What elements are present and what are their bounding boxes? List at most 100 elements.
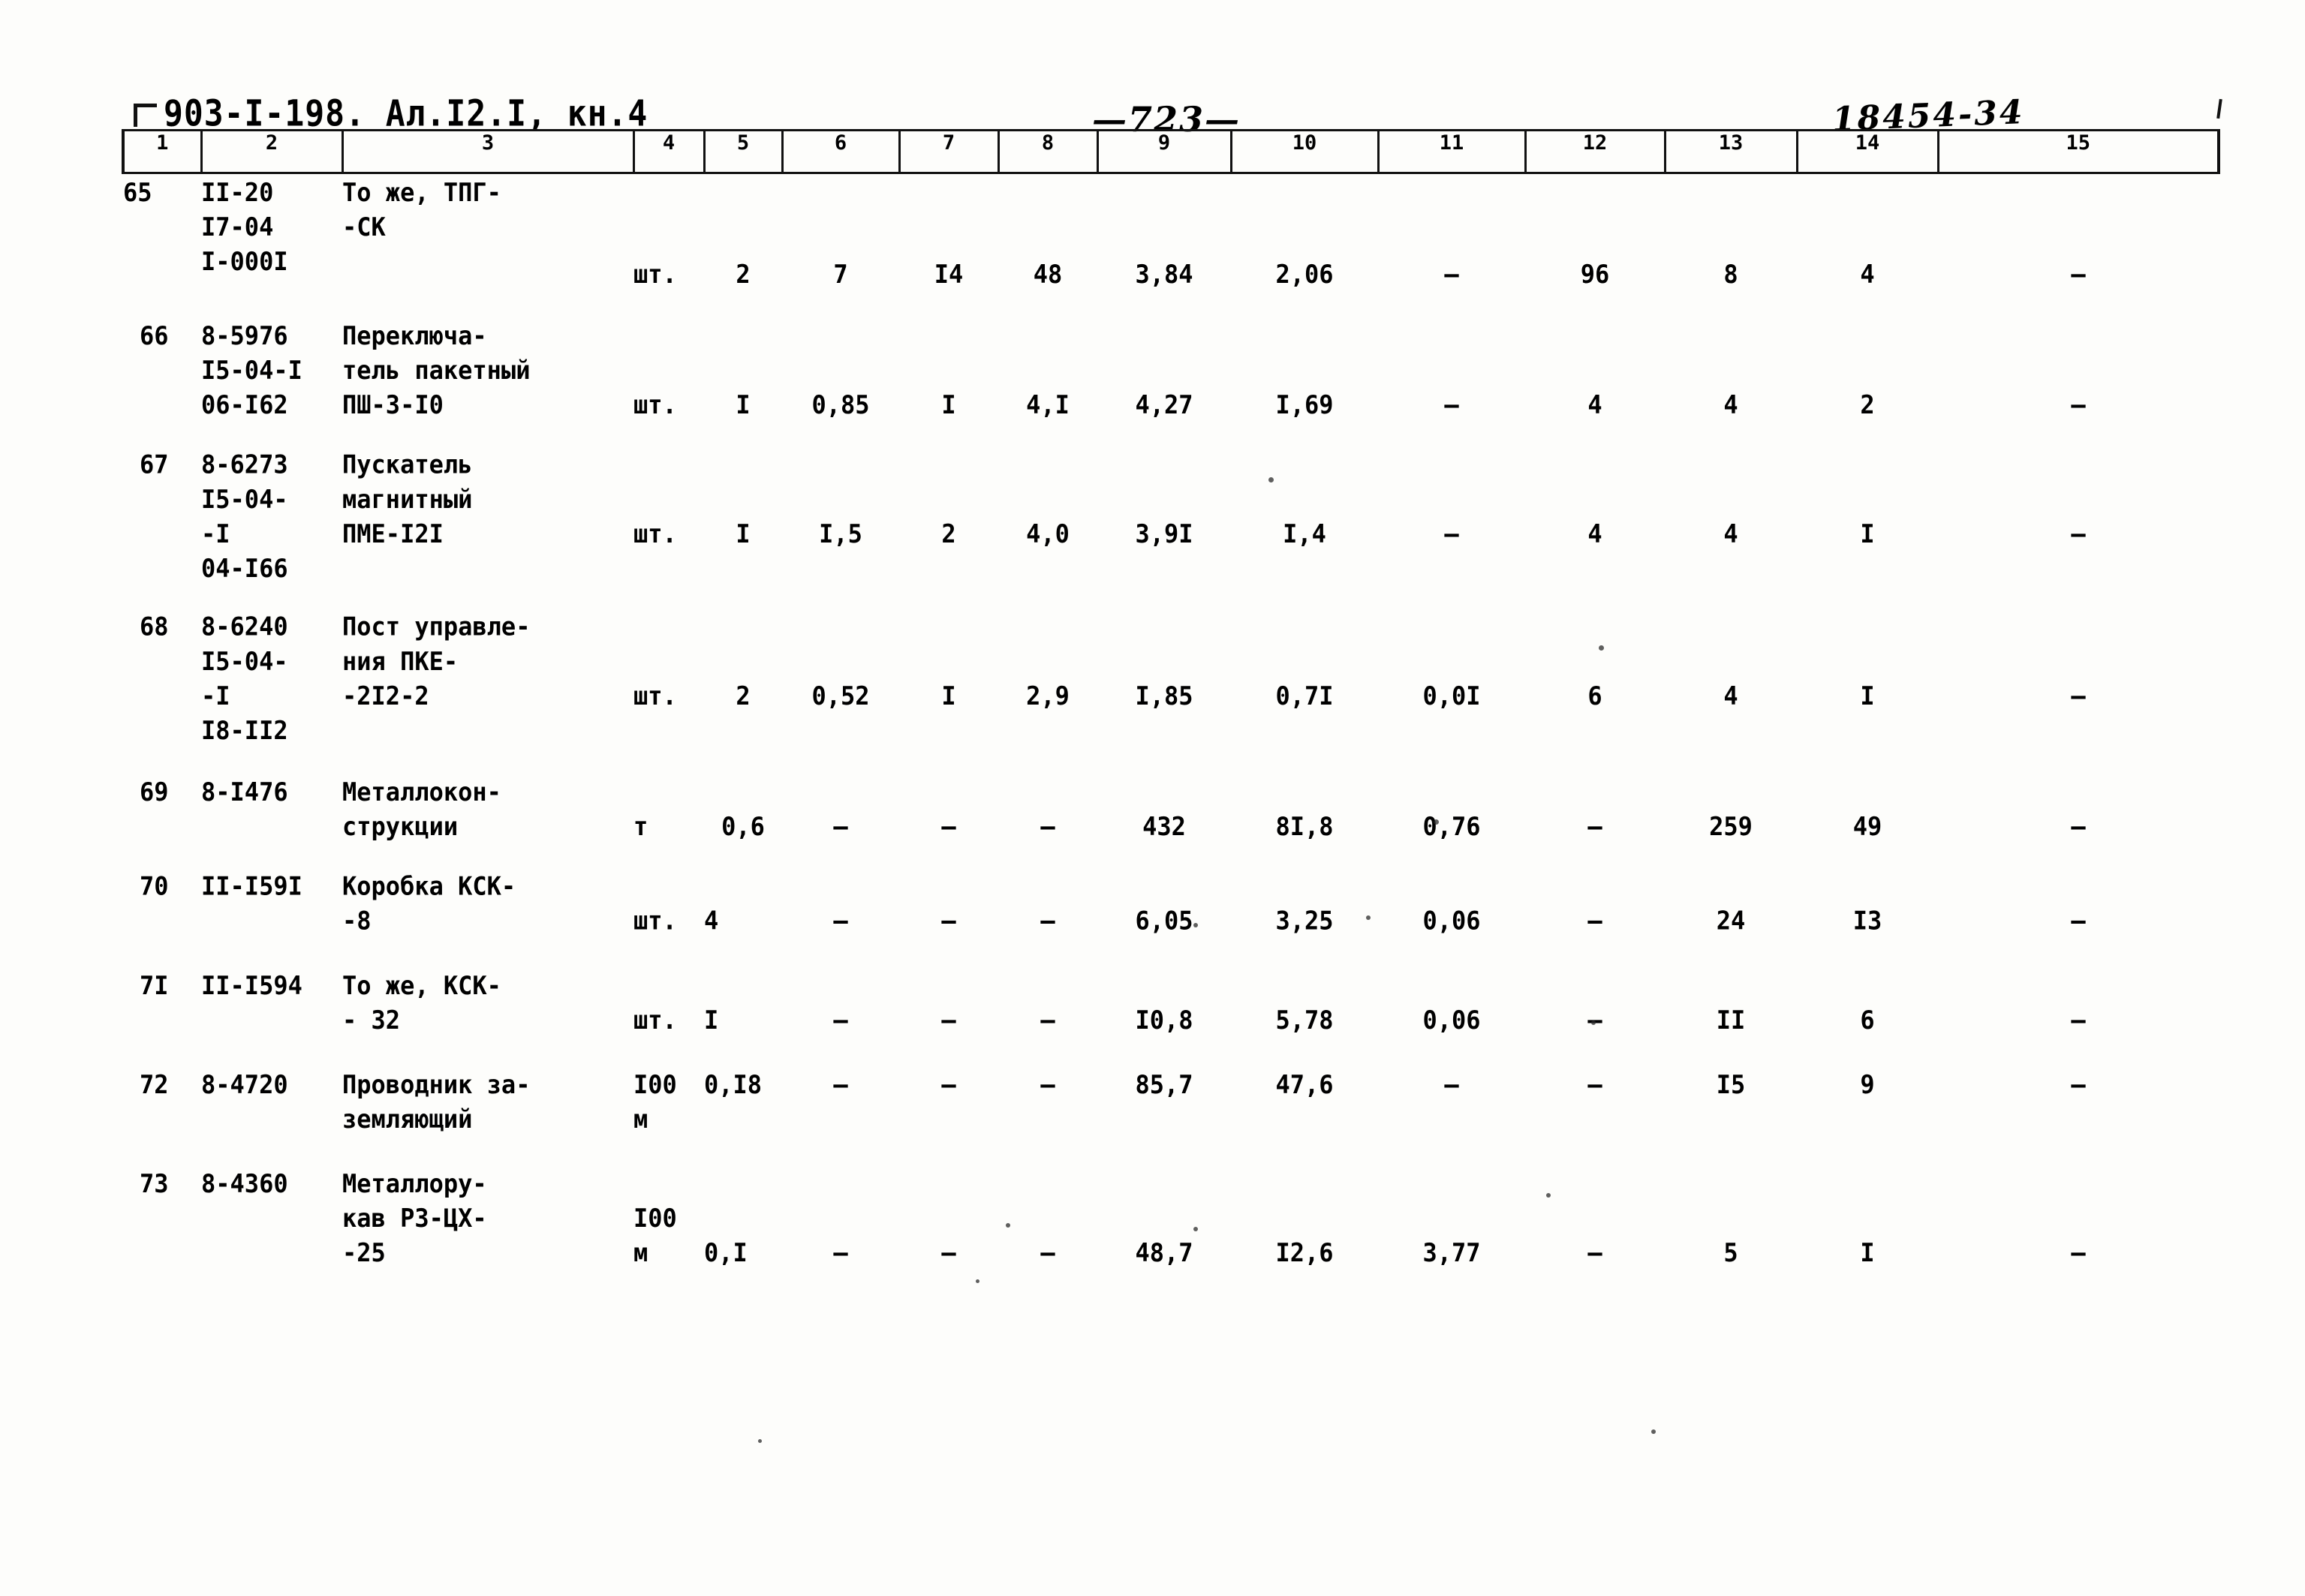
row-value-9: 432 (1142, 811, 1186, 842)
table-row: 67 8-6273 I5-04- -I 04-I66 Пускатель маг… (123, 416, 2219, 584)
scan-speck (1546, 1193, 1551, 1198)
row-value-11: 3,77 (1422, 1237, 1481, 1268)
document-page: 903-I-198. Ал.I2.I, кн.4 —723— 18454-34 (0, 0, 2305, 1596)
row-value-10: I,69 (1275, 389, 1334, 420)
row-number: 72 (140, 1069, 169, 1100)
row-value-6: – (833, 906, 848, 936)
row-item-name: То же, КСК- - 32 (342, 970, 501, 1035)
row-value-11: – (1444, 1069, 1459, 1100)
row-value-7: – (941, 1237, 956, 1268)
row-value-12: – (1587, 811, 1602, 842)
row-value-11: 0,76 (1422, 811, 1481, 842)
table-row: 72 8-4720 Проводник за- земляющий I00 м … (123, 1032, 2219, 1134)
table-row: 69 8-I476 Металлокон- струкции т 0,6 – –… (123, 740, 2219, 841)
row-value-12: 4 (1587, 518, 1602, 549)
column-header: 9 (1096, 129, 1232, 174)
column-header: 10 (1229, 129, 1380, 174)
row-value-13: 259 (1709, 811, 1753, 842)
row-item-name: Коробка КСК- -8 (342, 871, 516, 936)
row-value-11: – (1444, 389, 1459, 420)
column-header: 13 (1663, 129, 1798, 174)
table-header-row: 1 2 3 4 5 6 7 8 9 10 11 12 13 14 15 (122, 129, 2220, 174)
row-value-5: 0,I8 (704, 1069, 763, 1100)
row-value-11: – (1444, 258, 1459, 289)
row-value-14: I3 (1852, 906, 1882, 936)
column-header: 14 (1795, 129, 1939, 174)
row-number: 68 (140, 612, 169, 642)
scan-speck (1193, 1227, 1198, 1231)
row-value-14: 4 (1860, 258, 1875, 289)
row-value-9: 6,05 (1135, 906, 1193, 936)
row-number: 67 (140, 449, 169, 480)
row-value-6: 0,85 (811, 389, 870, 420)
column-header: 4 (632, 129, 706, 174)
row-value-5: 2 (736, 681, 751, 711)
row-value-8: 48 (1033, 258, 1063, 289)
row-value-6: – (833, 1069, 848, 1100)
row-value-13: 4 (1723, 518, 1738, 549)
row-value-5: I (736, 518, 751, 549)
row-value-12: – (1587, 1069, 1602, 1100)
row-value-6: – (833, 1005, 848, 1035)
row-value-8: – (1040, 1069, 1055, 1100)
row-value-7: – (941, 811, 956, 842)
column-header: 15 (1936, 129, 2220, 174)
specification-table: 1 2 3 4 5 6 7 8 9 10 11 12 13 14 15 65 I… (122, 129, 2220, 1268)
row-value-5: 2 (736, 258, 751, 289)
row-value-9: 85,7 (1135, 1069, 1193, 1100)
row-value-15: – (2071, 1069, 2086, 1100)
row-item-name: Переключа- тель пакетный ПШ-3-I0 (342, 320, 531, 420)
scan-speck (976, 1279, 979, 1283)
table-row: 7I II-I594 То же, КСК- - 32 шт. I – – – … (123, 933, 2219, 1035)
row-value-15: – (2071, 389, 2086, 420)
row-unit: I00 м (633, 1203, 677, 1268)
scan-speck (1006, 1223, 1010, 1228)
row-value-5: 4 (704, 906, 719, 936)
row-unit: шт. (633, 1005, 677, 1035)
row-value-9: I0,8 (1135, 1005, 1193, 1035)
scan-speck (1651, 1429, 1656, 1434)
row-value-12: – (1587, 1237, 1602, 1268)
row-value-11: – (1444, 518, 1459, 549)
row-value-14: 6 (1860, 1005, 1875, 1035)
row-value-7: I4 (934, 258, 964, 289)
row-value-7: I (941, 681, 956, 711)
row-value-8: 4,0 (1026, 518, 1070, 549)
row-item-name: Пускатель магнитный ПМЕ-I2I (342, 449, 473, 549)
table-row: 68 8-6240 I5-04- -I I8-II2 Пост управле-… (123, 578, 2219, 746)
column-header: 5 (703, 129, 784, 174)
row-item-code: 8-I476 (201, 777, 288, 807)
column-header: 11 (1377, 129, 1527, 174)
row-value-9: 3,84 (1135, 258, 1193, 289)
row-value-9: 48,7 (1135, 1237, 1193, 1268)
row-value-13: 4 (1723, 681, 1738, 711)
row-item-code: 8-4720 (201, 1069, 288, 1100)
row-item-code: 8-4360 (201, 1168, 288, 1199)
row-value-8: – (1040, 1005, 1055, 1035)
edge-tick-mark (2216, 98, 2222, 119)
row-unit: I00 м (633, 1069, 677, 1135)
row-value-15: – (2071, 811, 2086, 842)
row-value-6: – (833, 1237, 848, 1268)
scan-speck (1366, 915, 1371, 920)
row-item-code: 8-6240 I5-04- -I I8-II2 (201, 612, 288, 746)
row-value-6: I,5 (819, 518, 862, 549)
row-value-9: I,85 (1135, 681, 1193, 711)
row-item-code: II-I59I (201, 871, 302, 901)
table-row: 65 II-20 I7-04 I-000I То же, ТПГ- -СК шт… (123, 173, 2219, 288)
corner-bracket-icon (134, 104, 157, 127)
row-value-5: I (704, 1005, 719, 1035)
column-header: 1 (122, 129, 203, 174)
row-item-code: II-I594 (201, 970, 302, 1001)
row-value-15: – (2071, 518, 2086, 549)
row-unit: шт. (633, 518, 677, 549)
row-value-7: – (941, 1005, 956, 1035)
row-value-12: 6 (1587, 681, 1602, 711)
row-value-11: 0,06 (1422, 1005, 1481, 1035)
row-value-14: I (1860, 518, 1875, 549)
row-value-6: – (833, 811, 848, 842)
scan-speck (1599, 645, 1604, 651)
table-row: 73 8-4360 Металлору- кав РЗ-ЦХ- -25 I00 … (123, 1132, 2219, 1267)
column-header: 3 (341, 129, 635, 174)
row-value-11: 0,06 (1422, 906, 1481, 936)
